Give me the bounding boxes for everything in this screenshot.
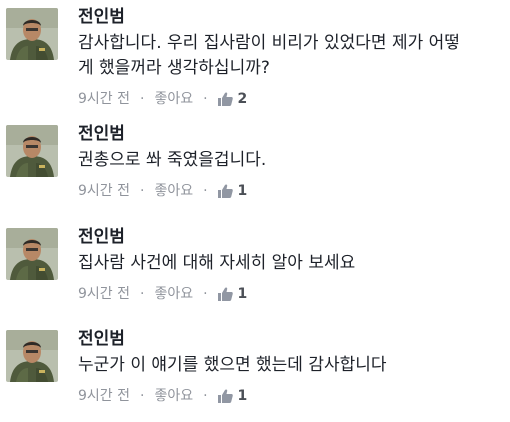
- like-button[interactable]: 좋아요: [154, 90, 193, 108]
- separator-dot: ·: [140, 183, 145, 199]
- comment-author[interactable]: 전인범: [78, 328, 498, 350]
- thumbs-up-icon: [217, 287, 233, 301]
- like-count: 2: [237, 91, 248, 107]
- comment-meta: 9시간 전 · 좋아요 · 1: [78, 285, 498, 303]
- comment-text: 감사합니다. 우리 집사람이 비리가 있었다면 제가 어떻 게 했을꺼라 생각하…: [78, 33, 460, 78]
- thumbs-up-icon: [217, 184, 233, 198]
- like-count: 1: [237, 183, 248, 199]
- like-button[interactable]: 좋아요: [154, 387, 193, 405]
- comment-meta: 9시간 전 · 좋아요 · 2: [78, 90, 498, 108]
- comment-body: 전인범 누군가 이 얘기를 했으면 했는데 감사합니다 9시간 전 · 좋아요 …: [78, 328, 498, 405]
- comment-author[interactable]: 전인범: [78, 6, 498, 28]
- comment-text: 권총으로 쏴 죽였을겁니다.: [78, 150, 267, 170]
- like-count-button[interactable]: 1: [217, 285, 248, 303]
- avatar-photo-icon: [6, 228, 58, 280]
- comment-meta: 9시간 전 · 좋아요 · 1: [78, 387, 498, 405]
- avatar[interactable]: [6, 125, 58, 177]
- separator-dot: ·: [140, 388, 145, 404]
- comment-timestamp[interactable]: 9시간 전: [78, 90, 130, 108]
- like-count-button[interactable]: 1: [217, 387, 248, 405]
- like-button[interactable]: 좋아요: [154, 182, 193, 200]
- avatar[interactable]: [6, 8, 58, 60]
- comment-timestamp[interactable]: 9시간 전: [78, 285, 130, 303]
- avatar-photo-icon: [6, 125, 58, 177]
- separator-dot: ·: [203, 91, 208, 107]
- comment-text: 누군가 이 얘기를 했으면 했는데 감사합니다: [78, 355, 387, 375]
- like-count-button[interactable]: 1: [217, 182, 248, 200]
- like-count: 1: [237, 388, 248, 404]
- like-button[interactable]: 좋아요: [154, 285, 193, 303]
- separator-dot: ·: [203, 183, 208, 199]
- avatar[interactable]: [6, 228, 58, 280]
- thumbs-up-icon: [217, 92, 233, 106]
- like-count-button[interactable]: 2: [217, 90, 248, 108]
- comment-author[interactable]: 전인범: [78, 226, 498, 248]
- separator-dot: ·: [203, 286, 208, 302]
- separator-dot: ·: [140, 286, 145, 302]
- separator-dot: ·: [140, 91, 145, 107]
- comment-body: 전인범 권총으로 쏴 죽였을겁니다. 9시간 전 · 좋아요 · 1: [78, 123, 498, 200]
- avatar-photo-icon: [6, 8, 58, 60]
- like-count: 1: [237, 286, 248, 302]
- avatar-photo-icon: [6, 330, 58, 382]
- comment-timestamp[interactable]: 9시간 전: [78, 387, 130, 405]
- comment-author[interactable]: 전인범: [78, 123, 498, 145]
- avatar[interactable]: [6, 330, 58, 382]
- comment-body: 전인범 감사합니다. 우리 집사람이 비리가 있었다면 제가 어떻 게 했을꺼라…: [78, 6, 498, 108]
- comment-list: 전인범 감사합니다. 우리 집사람이 비리가 있었다면 제가 어떻 게 했을꺼라…: [0, 0, 510, 422]
- comment-body: 전인범 집사람 사건에 대해 자세히 알아 보세요 9시간 전 · 좋아요 · …: [78, 226, 498, 303]
- thumbs-up-icon: [217, 389, 233, 403]
- comment-timestamp[interactable]: 9시간 전: [78, 182, 130, 200]
- separator-dot: ·: [203, 388, 208, 404]
- comment-meta: 9시간 전 · 좋아요 · 1: [78, 182, 498, 200]
- comment-text: 집사람 사건에 대해 자세히 알아 보세요: [78, 253, 356, 273]
